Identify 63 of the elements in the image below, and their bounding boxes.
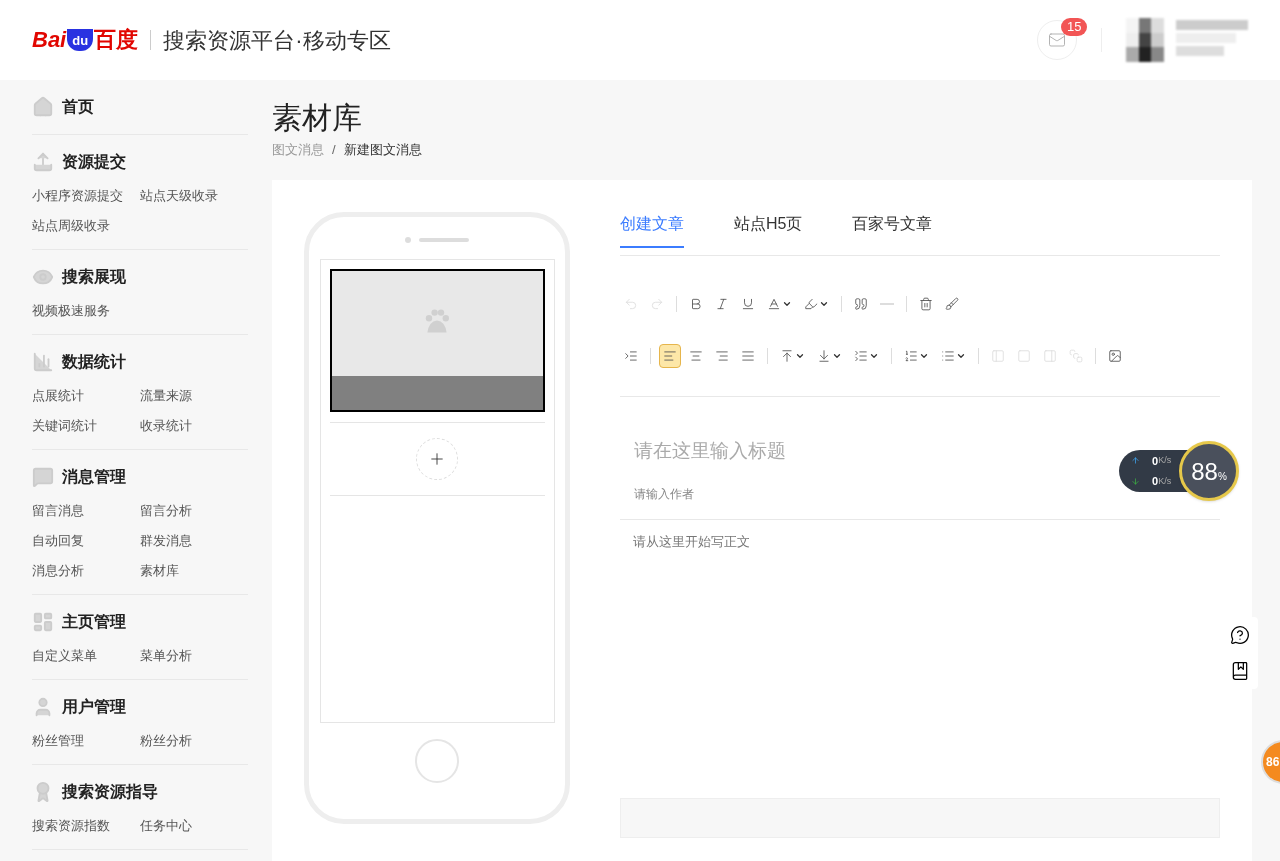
upload-arrow-icon xyxy=(1131,456,1140,466)
sidebar-link[interactable]: 自动回复 xyxy=(32,530,140,552)
sidebar-section-title[interactable]: 数据统计 xyxy=(62,350,126,374)
sidebar-link[interactable]: 点展统计 xyxy=(32,385,140,407)
home-icon xyxy=(32,96,54,118)
sidebar-link[interactable]: 粉丝管理 xyxy=(32,730,140,752)
tab[interactable]: 站点H5页 xyxy=(734,211,803,248)
upload-speed: 0 xyxy=(1152,453,1159,469)
breadcrumb-separator: / xyxy=(332,141,336,159)
percent-sign: % xyxy=(1217,471,1227,484)
chat-bubble-icon xyxy=(32,466,54,488)
bar-chart-icon xyxy=(32,351,54,373)
bookmarked-book-icon xyxy=(1230,661,1250,681)
memory-percent: 88 xyxy=(1191,460,1218,484)
sidebar-section-title[interactable]: 用户管理 xyxy=(62,695,126,719)
sidebar-link[interactable]: 菜单分析 xyxy=(140,645,248,667)
help-icon xyxy=(1230,625,1250,645)
sidebar-section-title[interactable]: 搜索资源指导 xyxy=(62,780,158,804)
tab[interactable]: 百家号文章 xyxy=(852,211,933,248)
user-avatar[interactable] xyxy=(1126,18,1164,62)
speed-unit: K/s xyxy=(1158,474,1172,488)
upload-icon xyxy=(32,151,54,173)
phone-speaker xyxy=(419,237,469,242)
sidebar-link[interactable]: 流量来源 xyxy=(140,385,248,407)
align-left-button[interactable] xyxy=(659,343,681,368)
sidebar-link[interactable]: 站点天级收录 xyxy=(140,185,248,207)
breadcrumb-current: 新建图文消息 xyxy=(343,141,422,159)
sidebar-link[interactable]: 留言消息 xyxy=(32,500,140,522)
speed-unit: K/s xyxy=(1158,454,1172,467)
tab[interactable]: 创建文章 xyxy=(620,211,684,248)
sidebar-link[interactable]: 视频极速服务 xyxy=(32,300,140,322)
sidebar-section-title[interactable]: 首页 xyxy=(62,95,94,119)
sidebar-link[interactable]: 留言分析 xyxy=(140,500,248,522)
sidebar-section-title[interactable]: 搜索展现 xyxy=(62,265,126,289)
sidebar-link[interactable]: 站点周级收录 xyxy=(32,215,140,237)
title-field[interactable]: 请在这里输入标题 xyxy=(620,436,1100,465)
guide-button[interactable] xyxy=(1230,661,1250,681)
phone-camera xyxy=(405,236,411,243)
sidebar-link[interactable]: 搜索资源指数 xyxy=(32,815,140,837)
body-field[interactable]: 请从这里开始写正文 xyxy=(620,528,1220,798)
sidebar-link[interactable]: 素材库 xyxy=(140,560,248,582)
download-arrow-icon xyxy=(1131,476,1140,486)
mail-icon xyxy=(1048,31,1066,49)
sidebar-section-title[interactable]: 主页管理 xyxy=(62,610,126,634)
page-title: 素材库 xyxy=(272,100,363,136)
sidebar-link[interactable]: 任务中心 xyxy=(140,815,248,837)
layout-icon xyxy=(32,611,54,633)
sidebar-section-title[interactable]: 消息管理 xyxy=(62,465,126,489)
author-field[interactable]: 请输入作者 xyxy=(620,485,1100,503)
sidebar-link[interactable]: 群发消息 xyxy=(140,530,248,552)
sidebar-link[interactable]: 关键词统计 xyxy=(32,415,140,437)
help-button[interactable] xyxy=(1230,625,1250,645)
sidebar-link[interactable]: 收录统计 xyxy=(140,415,248,437)
download-speed: 0 xyxy=(1152,474,1159,489)
cover-image-placeholder[interactable] xyxy=(329,268,545,412)
notification-count: 15 xyxy=(1061,18,1088,36)
sidebar-link[interactable]: 自定义菜单 xyxy=(32,645,140,667)
platform-title: 搜索资源平台·移动专区 xyxy=(163,26,391,55)
sidebar-section-title[interactable]: 资源提交 xyxy=(62,150,126,174)
sidebar-link[interactable]: 粉丝分析 xyxy=(140,730,248,752)
baidu-logo[interactable]: Bai du 百度 xyxy=(32,29,139,51)
sidebar-link[interactable]: 消息分析 xyxy=(32,560,140,582)
sidebar-link[interactable]: 小程序资源提交 xyxy=(32,185,140,207)
